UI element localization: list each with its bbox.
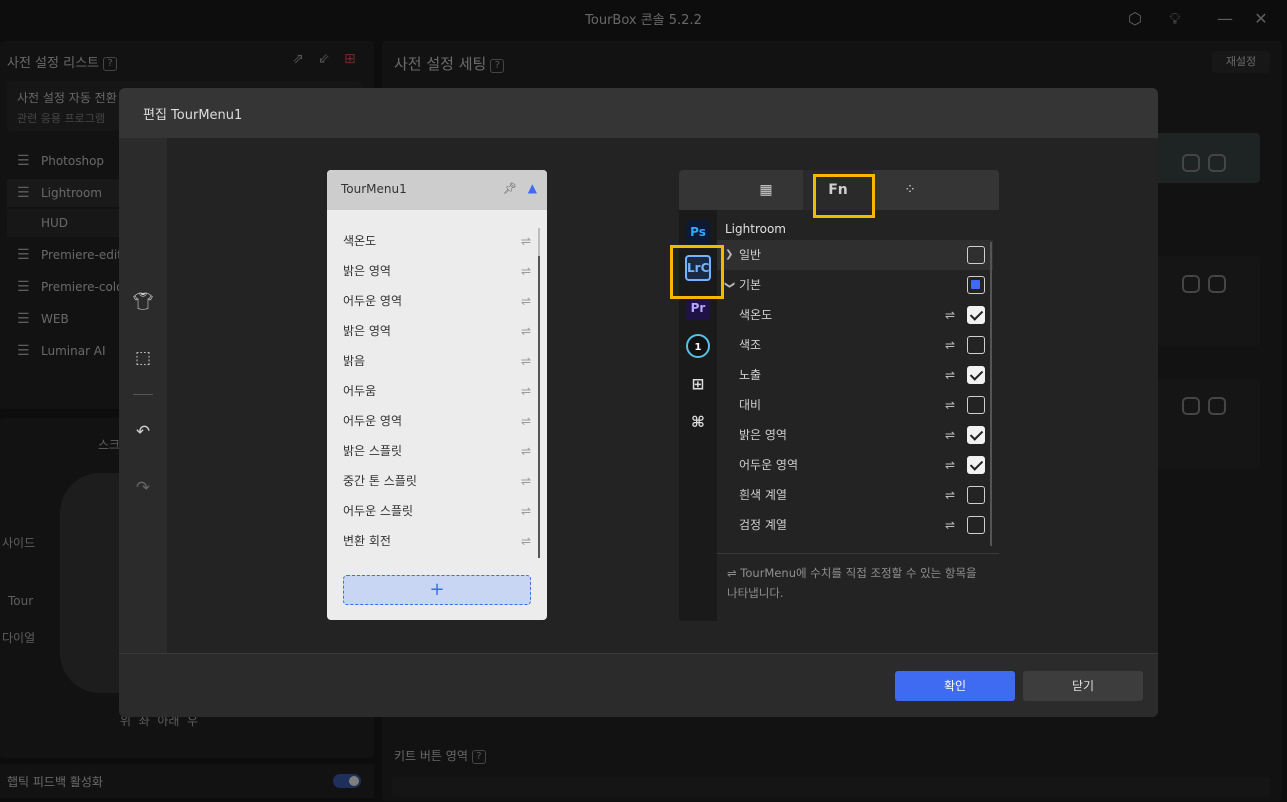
slider-adjust-icon: ⇌: [520, 354, 531, 368]
slider-adjust-icon: ⇌: [945, 338, 956, 352]
item-checkbox[interactable]: [967, 426, 985, 444]
dialog-canvas: TourMenu1 📌︎ ▲ 색온도 ⇌ 밝은 영역 ⇌ 어두운 영역 ⇌ 밝은 영역…: [167, 138, 1158, 653]
tourmenu-item[interactable]: 어두움 ⇌: [343, 376, 533, 406]
function-app-title: Lightroom: [725, 222, 786, 236]
item-checkbox[interactable]: [967, 336, 985, 354]
tourmenu-item[interactable]: 밝음 ⇌: [343, 346, 533, 376]
tourmenu-item[interactable]: 중간 톤 스플릿 ⇌: [343, 466, 533, 496]
slider-adjust-icon: ⇌: [727, 566, 741, 580]
chevron-right-icon: ❯: [725, 249, 734, 260]
tab-grid[interactable]: ▦: [731, 170, 801, 210]
dialog-title: 편집 TourMenu1: [143, 108, 243, 123]
function-item[interactable]: 대비 ⇌: [717, 390, 993, 420]
slider-adjust-icon: ⇌: [520, 384, 531, 398]
fn-tab-highlight: [813, 174, 875, 218]
navigate-up-icon[interactable]: ▲: [528, 181, 537, 195]
item-checkbox[interactable]: [967, 516, 985, 534]
function-item[interactable]: 색조 ⇌: [717, 330, 993, 360]
tourmenu-scrollbar[interactable]: [538, 256, 540, 558]
function-item[interactable]: 검정 계열 ⇌: [717, 510, 993, 540]
function-list: Lightroom ❯ 일반 ❯ 기본 색온도 ⇌ 색조 ⇌ 노출 ⇌ 대비 ⇌ 밝은 …: [717, 210, 999, 621]
shirt-icon[interactable]: 👕︎: [131, 290, 155, 314]
function-item[interactable]: 노출 ⇌: [717, 360, 993, 390]
close-button[interactable]: 닫기: [1023, 671, 1143, 701]
slider-adjust-icon: ⇌: [520, 264, 531, 278]
tourmenu-item[interactable]: 어두운 스플릿 ⇌: [343, 496, 533, 526]
redo-icon[interactable]: ↷: [131, 476, 155, 500]
function-scrollbar[interactable]: [990, 242, 992, 546]
add-item-button[interactable]: +: [343, 575, 531, 605]
slider-adjust-icon: ⇌: [945, 518, 956, 532]
dots-icon: ⁘: [904, 182, 916, 198]
grid-icon: ▦: [759, 182, 773, 198]
group-general[interactable]: ❯ 일반: [717, 240, 993, 270]
lrc-highlight: [670, 245, 724, 299]
edit-tourmenu-dialog: 편집 TourMenu1 👕︎ ⬚ ↶ ↷ TourMenu1 📌︎ ▲ 색온도…: [119, 88, 1158, 717]
tourmenu-preview: TourMenu1 📌︎ ▲ 색온도 ⇌ 밝은 영역 ⇌ 어두운 영역 ⇌ 밝은 영역…: [327, 170, 547, 620]
slider-adjust-icon: ⇌: [520, 414, 531, 428]
tourmenu-item[interactable]: 색온도 ⇌: [343, 226, 533, 256]
windows-icon[interactable]: ⊞: [686, 372, 710, 396]
tourmenu-item[interactable]: 어두운 영역 ⇌: [343, 406, 533, 436]
function-item[interactable]: 어두운 영역 ⇌: [717, 450, 993, 480]
slider-adjust-icon: ⇌: [945, 428, 956, 442]
slider-adjust-icon: ⇌: [520, 324, 531, 338]
mac-command-icon[interactable]: ⌘: [686, 410, 710, 434]
app-capture-one-icon[interactable]: 1: [686, 334, 710, 358]
slider-adjust-icon: ⇌: [520, 294, 531, 308]
tourmenu-item[interactable]: 밝은 영역 ⇌: [343, 256, 533, 286]
pin-icon[interactable]: 📌︎: [503, 182, 517, 195]
dialog-toolbar: 👕︎ ⬚ ↶ ↷: [119, 138, 167, 653]
slider-adjust-icon: ⇌: [945, 488, 956, 502]
group-checkbox[interactable]: [967, 246, 985, 264]
tourmenu-header: TourMenu1 📌︎ ▲: [327, 170, 547, 210]
dialog-footer: 확인 닫기: [119, 653, 1158, 717]
tourmenu-item[interactable]: 밝은 영역 ⇌: [343, 316, 533, 346]
function-item[interactable]: 흰색 계열 ⇌: [717, 480, 993, 510]
function-item[interactable]: 밝은 영역 ⇌: [717, 420, 993, 450]
tab-dots[interactable]: ⁘: [875, 170, 945, 210]
item-checkbox[interactable]: [967, 366, 985, 384]
slider-adjust-icon: ⇌: [945, 308, 956, 322]
function-panel: ▦ Fn ⁘ Ps LrC Pr 1 ⊞ ⌘ Lightroom ❯ 일반 ❯ …: [679, 170, 999, 621]
group-checkbox[interactable]: [967, 276, 985, 294]
slider-adjust-icon: ⇌: [945, 458, 956, 472]
toolbar-divider: [133, 394, 153, 395]
tourmenu-name: TourMenu1: [341, 182, 407, 196]
item-checkbox[interactable]: [967, 396, 985, 414]
slider-adjust-icon: ⇌: [520, 534, 531, 548]
app-pr-icon[interactable]: Pr: [686, 296, 710, 320]
slider-adjust-icon: ⇌: [945, 398, 956, 412]
function-item[interactable]: 색온도 ⇌: [717, 300, 993, 330]
confirm-button[interactable]: 확인: [895, 671, 1015, 701]
undo-icon[interactable]: ↶: [131, 420, 155, 444]
slider-adjust-icon: ⇌: [520, 444, 531, 458]
tourmenu-item[interactable]: 어두운 영역 ⇌: [343, 286, 533, 316]
function-divider: [717, 553, 999, 554]
item-checkbox[interactable]: [967, 456, 985, 474]
tourmenu-item[interactable]: 밝은 스플릿 ⇌: [343, 436, 533, 466]
app-ps-icon[interactable]: Ps: [686, 220, 710, 244]
slider-adjust-icon: ⇌: [520, 474, 531, 488]
slider-adjust-icon: ⇌: [945, 368, 956, 382]
item-checkbox[interactable]: [967, 306, 985, 324]
group-basic[interactable]: ❯ 기본: [717, 270, 993, 300]
function-note: ⇌ TourMenu에 수치를 직접 조정할 수 있는 항목을 나타냅니다.: [727, 566, 977, 600]
tourmenu-item[interactable]: 변환 회전 ⇌: [343, 526, 533, 556]
slider-adjust-icon: ⇌: [520, 504, 531, 518]
dialog-header: 편집 TourMenu1: [119, 88, 1158, 138]
item-checkbox[interactable]: [967, 486, 985, 504]
select-cursor-icon[interactable]: ⬚: [131, 346, 155, 370]
slider-adjust-icon: ⇌: [520, 234, 531, 248]
